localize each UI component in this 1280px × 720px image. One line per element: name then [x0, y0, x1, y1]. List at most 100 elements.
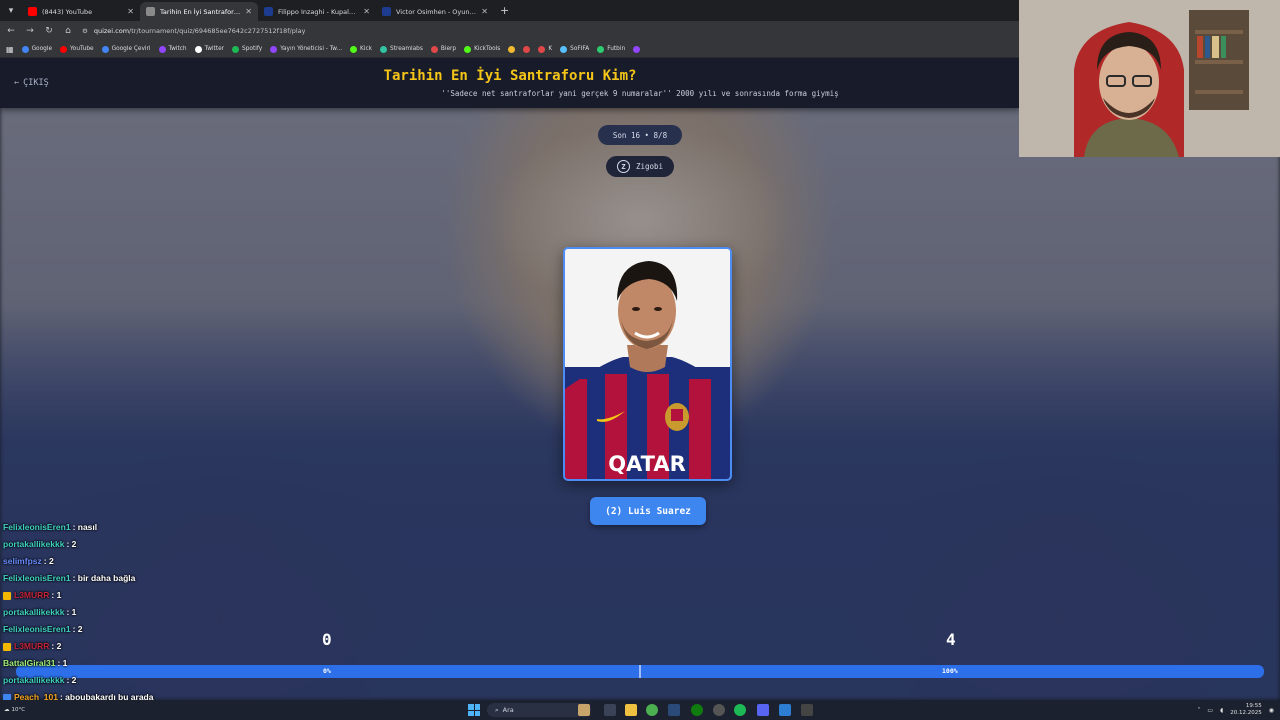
bookmark-label: Streamlabs [390, 46, 423, 52]
bookmark-item[interactable]: Google [21, 45, 52, 53]
forward-arrow-icon[interactable]: → [25, 26, 35, 36]
chat-badge-icon [3, 642, 11, 651]
chat-username: portakallikekkk [3, 539, 65, 549]
bookmark-item[interactable]: Bierp [430, 45, 456, 53]
url-host: quizei.com [93, 27, 130, 35]
photos-icon[interactable] [779, 704, 791, 716]
task-view-icon[interactable] [604, 704, 616, 716]
chat-message: L3MURR: 2 [3, 638, 313, 655]
bookmark-favicon-icon [633, 45, 641, 53]
candidate-card[interactable]: QATAR [563, 247, 732, 481]
browser-tab[interactable]: Victor Osimhen - Oyuncu profi ✕ [376, 2, 494, 21]
chat-text: : nasıl [72, 522, 98, 532]
bookmark-item[interactable]: Streamlabs [380, 45, 423, 53]
bookmark-item[interactable]: Twitter [194, 45, 225, 53]
weather-widget[interactable]: ☁ 10°C [4, 703, 40, 717]
bookmark-favicon-icon [232, 45, 240, 53]
chat-username: portakallikekkk [3, 607, 65, 617]
chat-text: : 2 [66, 675, 77, 685]
chat-text: : 2 [43, 556, 54, 566]
steam-icon[interactable] [668, 704, 680, 716]
spotify-icon[interactable] [734, 704, 746, 716]
user-name: Zigobi [635, 162, 664, 171]
back-arrow-icon[interactable]: ← [6, 26, 16, 36]
screen: ▾ (8443) YouTube ✕ Tarihin En İyi Santrafo… [0, 0, 1280, 720]
chat-badge-icon [3, 591, 11, 600]
chat-text: : 2 [66, 539, 77, 549]
widgets-icon[interactable] [578, 704, 590, 716]
bookmark-item[interactable]: KickTools [464, 45, 500, 53]
tab-search-icon[interactable]: ▾ [0, 0, 22, 21]
bookmark-item[interactable]: Google Çeviri [101, 45, 151, 53]
bookmark-item[interactable] [523, 45, 531, 53]
tab-close-icon[interactable]: ✕ [363, 7, 370, 16]
bookmark-favicon-icon [158, 45, 166, 53]
new-tab-icon[interactable]: + [494, 4, 515, 17]
bookmark-favicon-icon [597, 45, 605, 53]
chevron-up-icon[interactable]: ˄ [1197, 707, 1200, 714]
obs-icon[interactable] [713, 704, 725, 716]
bookmark-favicon-icon [523, 45, 531, 53]
chat-text: : bir daha bağla [72, 573, 136, 583]
taskbar-search[interactable]: ⌕ Ara [487, 703, 591, 717]
zigobi-logo-icon: Z [616, 160, 630, 173]
apps-grid-icon[interactable]: ▦ [6, 45, 14, 54]
bookmarks-list: Google YouTube Google Çeviri Twitch Twitter S… [21, 45, 641, 53]
chat-username: FelixleonisEren1 [3, 522, 71, 532]
home-icon[interactable]: ⌂ [63, 26, 73, 36]
clock-date: 20.12.2025 [1230, 710, 1262, 716]
percent-right: 100% [942, 667, 958, 675]
xbox-icon[interactable] [691, 704, 703, 716]
browser-tab-strip: ▾ (8443) YouTube ✕ Tarihin En İyi Santrafo… [0, 0, 1020, 21]
percent-left: 0% [323, 667, 331, 675]
bookmark-item[interactable] [508, 45, 516, 53]
address-bar[interactable]: ⚙ quizei.com/tr/tournament/quiz/694685ee… [82, 24, 1020, 39]
tab-close-icon[interactable]: ✕ [245, 7, 252, 16]
windows-start-icon[interactable] [468, 704, 480, 716]
chrome-icon[interactable] [646, 704, 658, 716]
reload-icon[interactable]: ↻ [44, 26, 54, 36]
browser-tab[interactable]: Filippo Inzaghi - Kupalar ve ba ✕ [258, 2, 376, 21]
bookmark-favicon-icon [380, 45, 388, 53]
bookmark-item[interactable] [633, 45, 641, 53]
settings-gear-icon[interactable] [801, 704, 813, 716]
weather-temp: 10°C [11, 707, 26, 713]
bookmark-favicon-icon [194, 45, 202, 53]
player-portrait: QATAR [565, 249, 730, 479]
webcam-feed [1019, 0, 1280, 157]
browser-tab[interactable]: Tarihin En İyi Santraforu Kim? - ✕ [140, 2, 258, 21]
bookmark-item[interactable]: SoFIFA [560, 45, 590, 53]
network-icon[interactable]: ▭ [1207, 707, 1213, 714]
chat-message: portakallikekkk: 2 [3, 536, 313, 553]
chat-message: selimfpsz: 2 [3, 553, 313, 570]
tab-label: (8443) YouTube [42, 7, 93, 16]
file-explorer-icon[interactable] [625, 704, 637, 716]
bookmark-item[interactable]: Futbin [597, 45, 625, 53]
bookmark-item[interactable]: Kick [350, 45, 372, 53]
notification-bell-icon[interactable]: ◉ [1269, 707, 1274, 714]
discord-icon[interactable] [757, 704, 769, 716]
tab-close-icon[interactable]: ✕ [481, 7, 488, 16]
webcam-overlay [1019, 0, 1280, 157]
bookmark-item[interactable]: K [538, 45, 552, 53]
volume-icon[interactable]: ◖ [1220, 707, 1223, 714]
system-clock[interactable]: 19:55 20.12.2025 [1230, 703, 1262, 717]
windows-taskbar: ☁ 10°C ⌕ Ara ˄ ▭ ◖ 19:55 20.12.2025 ◉ [0, 700, 1280, 720]
tab-favicon-icon [382, 7, 391, 16]
chat-text: : 2 [51, 641, 62, 651]
bookmark-item[interactable]: Yayın Yöneticisi - Tw... [270, 45, 342, 53]
bookmark-label: SoFIFA [570, 46, 590, 52]
bookmark-label: Spotify [242, 46, 263, 52]
bookmark-favicon-icon [350, 45, 358, 53]
stream-chat-overlay: FelixleonisEren1: nasıl portakallikekkk: … [3, 519, 313, 720]
bookmark-item[interactable]: Spotify [232, 45, 263, 53]
bookmark-item[interactable]: Twitch [158, 45, 187, 53]
bookmark-label: Twitter [204, 46, 225, 52]
browser-tab[interactable]: (8443) YouTube ✕ [22, 2, 140, 21]
bookmark-item[interactable]: YouTube [60, 45, 94, 53]
chat-username: L3MURR [14, 590, 50, 600]
url-path: /tr/tournament/quiz/694685ee7642c2727512… [129, 27, 306, 35]
tab-close-icon[interactable]: ✕ [127, 7, 134, 16]
choice-button[interactable]: (2) Luis Suarez [590, 497, 706, 525]
site-info-icon[interactable]: ⚙ [82, 27, 88, 35]
